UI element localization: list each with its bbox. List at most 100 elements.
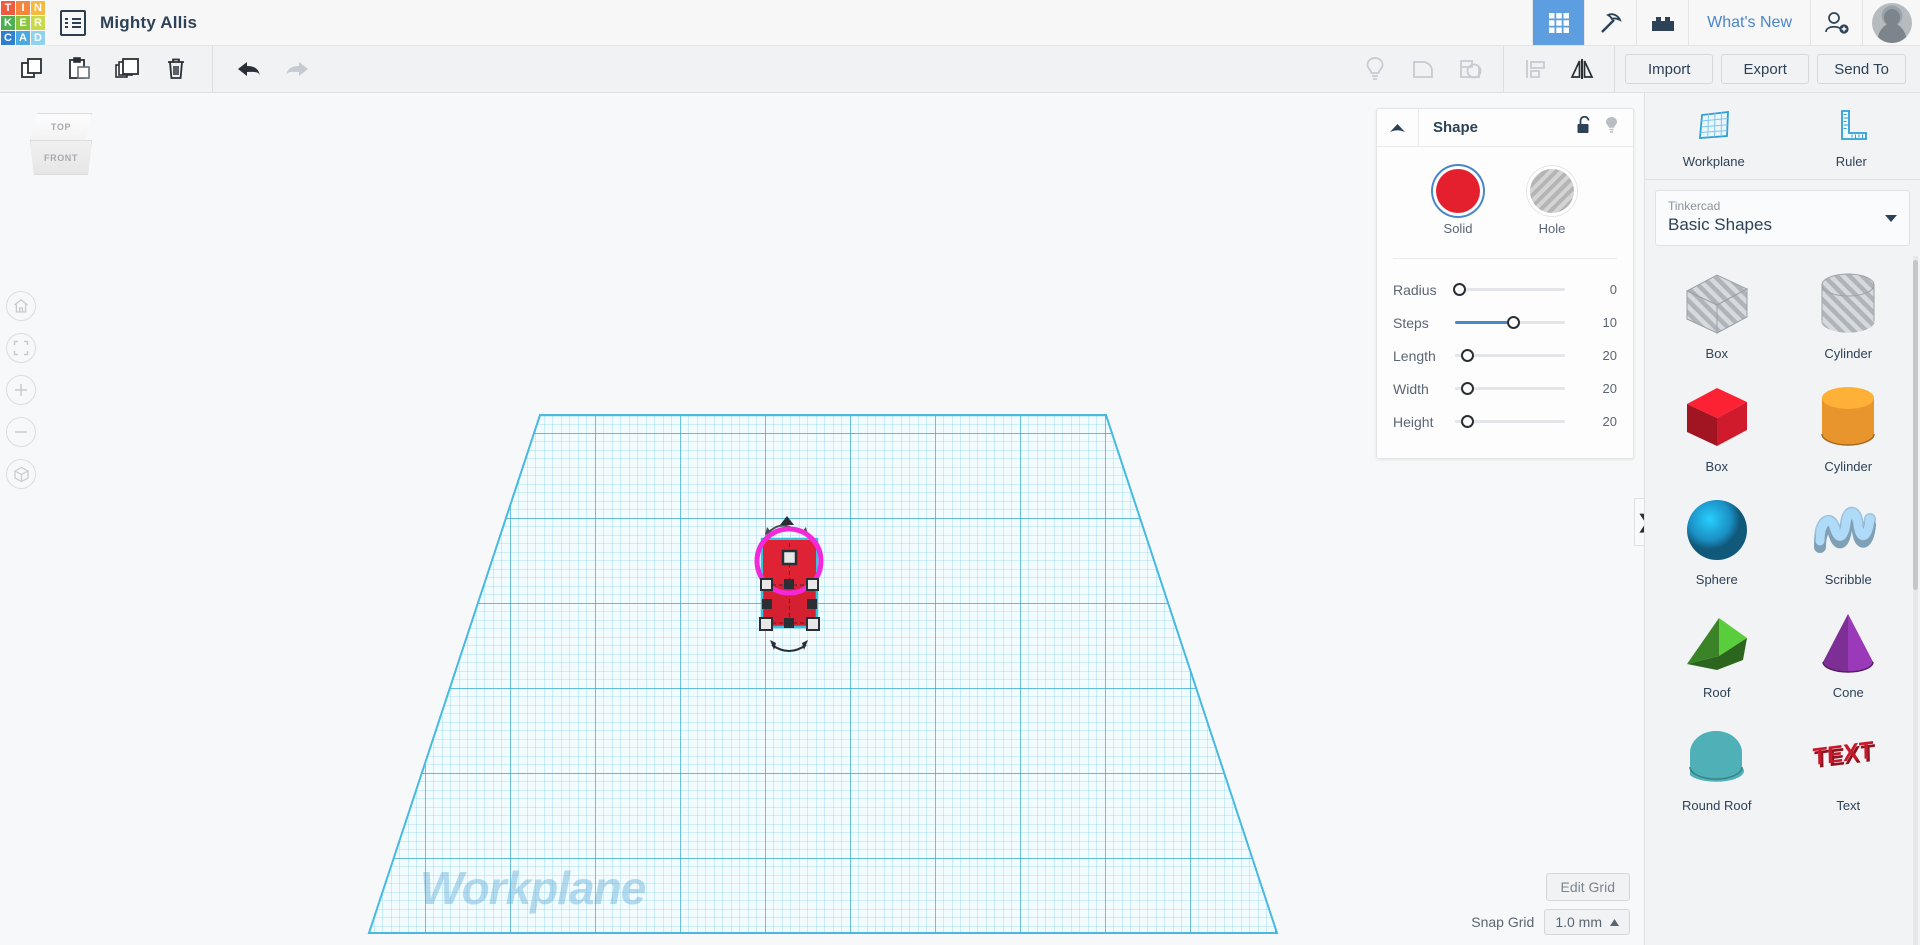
slider-steps-value[interactable]: 10 [1583,315,1617,330]
shape-cylinder-org[interactable]: Cylinder [1783,369,1915,478]
group-button[interactable] [1399,46,1447,92]
slider-height-knob[interactable] [1461,415,1474,428]
group-shapes-icon [1409,56,1437,82]
selected-box-object[interactable] [740,513,1000,773]
shape-round-roof[interactable]: Round Roof [1651,708,1783,817]
shape-text[interactable]: TEXT TEXTText [1783,708,1915,817]
whats-new-link[interactable]: What's New [1688,0,1810,45]
ungroup-shapes-icon [1457,56,1485,82]
edit-grid-button[interactable]: Edit Grid [1546,873,1630,901]
collapse-panel-button[interactable] [1377,109,1419,147]
chevron-down-icon [1885,215,1897,222]
slider-width-value[interactable]: 20 [1583,381,1617,396]
shape-roof-label: Roof [1651,685,1783,700]
shape-box-red[interactable]: Box [1651,369,1783,478]
view-cube-top[interactable]: TOP [30,113,92,141]
export-button[interactable]: Export [1721,54,1809,84]
user-avatar-button[interactable] [1862,0,1920,45]
shape-roof[interactable]: Roof [1651,595,1783,704]
shape-scribble[interactable]: Scribble [1783,482,1915,591]
redo-button[interactable] [273,46,321,92]
invite-button[interactable] [1810,0,1862,45]
shape-sphere[interactable]: Sphere [1651,482,1783,591]
solid-hole-selector: Solid Hole [1377,169,1633,236]
shape-library-selector[interactable]: Tinkercad Basic Shapes [1655,190,1910,246]
snap-grid-control: Snap Grid 1.0 mm [1471,909,1630,935]
shape-round-roof-label: Round Roof [1651,798,1783,813]
perspective-toggle-button[interactable] [6,459,36,489]
logo-tile-k-3: K [1,16,15,30]
fit-to-view-button[interactable] [6,333,36,363]
add-person-icon [1824,11,1850,35]
undo-arrow-icon [235,58,263,80]
hole-mode[interactable]: Hole [1530,169,1574,236]
ruler-icon [1833,107,1869,143]
logo-tile-e-4: E [16,16,30,30]
tinkercad-logo[interactable]: TINKERCAD [0,0,46,46]
slider-width: Width20 [1393,372,1617,405]
shape-cone[interactable]: Cone [1783,595,1915,704]
slider-length-value[interactable]: 20 [1583,348,1617,363]
import-button[interactable]: Import [1625,54,1713,84]
shape-cylinder-hole[interactable]: Cylinder [1783,256,1915,365]
slider-radius-track-area[interactable] [1455,280,1583,300]
slider-height: Height20 [1393,405,1617,438]
solid-mode[interactable]: Solid [1436,169,1480,236]
light-button[interactable] [1351,46,1399,92]
codeblocks-button[interactable] [1584,0,1636,45]
undo-button[interactable] [225,46,273,92]
duplicate-icon [114,56,142,82]
slider-width-track-area[interactable] [1455,379,1583,399]
snap-grid-label: Snap Grid [1471,914,1534,930]
slider-track [1455,288,1565,291]
scrollbar-thumb[interactable] [1913,260,1918,590]
avatar [1872,3,1912,43]
shape-sphere-thumbnail [1651,494,1783,566]
slider-height-value[interactable]: 20 [1583,414,1617,429]
edit-toolbar: Import Export Send To [0,46,1920,93]
mirror-button[interactable] [1560,46,1608,92]
ruler-tool[interactable]: Ruler [1783,93,1920,179]
list-menu-icon[interactable] [60,10,86,36]
snap-grid-select[interactable]: 1.0 mm [1544,909,1630,935]
shape-cone-label: Cone [1783,685,1915,700]
grid-controls: Edit Grid Snap Grid 1.0 mm [1471,873,1630,935]
plus-icon [13,382,29,398]
logo-tile-c-6: C [1,31,15,45]
shape-box-hole[interactable]: Box [1651,256,1783,365]
zoom-in-button[interactable] [6,375,36,405]
shape-light-button[interactable] [1604,116,1619,139]
blocks-button[interactable] [1636,0,1688,45]
paste-button[interactable] [56,46,104,92]
slider-steps-knob[interactable] [1507,316,1520,329]
slider-radius-value[interactable]: 0 [1583,282,1617,297]
ungroup-button[interactable] [1447,46,1495,92]
workplane-tool[interactable]: Workplane [1645,93,1783,179]
shapes-list[interactable]: Box Cylinder Box Cylinder Sphere Scribbl… [1645,256,1920,945]
duplicate-button[interactable] [104,46,152,92]
delete-button[interactable] [152,46,200,92]
lock-toggle-button[interactable] [1576,116,1592,139]
zoom-out-button[interactable] [6,417,36,447]
paste-icon [67,56,93,82]
pickaxe-icon [1599,11,1623,35]
slider-length-track-area[interactable] [1455,346,1583,366]
view-cube[interactable]: TOP FRONT [30,113,92,175]
send-to-button[interactable]: Send To [1817,54,1906,84]
lightbulb-icon [1604,116,1619,134]
shape-cone-thumbnail [1783,607,1915,679]
slider-radius-knob[interactable] [1453,283,1466,296]
designs-grid-icon[interactable] [1532,0,1584,45]
copy-button[interactable] [8,46,56,92]
view-cube-front[interactable]: FRONT [30,140,92,175]
slider-width-knob[interactable] [1461,382,1474,395]
trash-icon [163,56,189,82]
home-view-button[interactable] [6,291,36,321]
shapes-sidebar: Workplane Ruler Tinkercad Basic Shapes B… [1644,93,1920,945]
slider-steps-track-area[interactable] [1455,313,1583,333]
library-collection: Basic Shapes [1668,215,1897,235]
slider-height-track-area[interactable] [1455,412,1583,432]
align-button[interactable] [1512,46,1560,92]
library-owner: Tinkercad [1668,199,1897,213]
slider-length-knob[interactable] [1461,349,1474,362]
